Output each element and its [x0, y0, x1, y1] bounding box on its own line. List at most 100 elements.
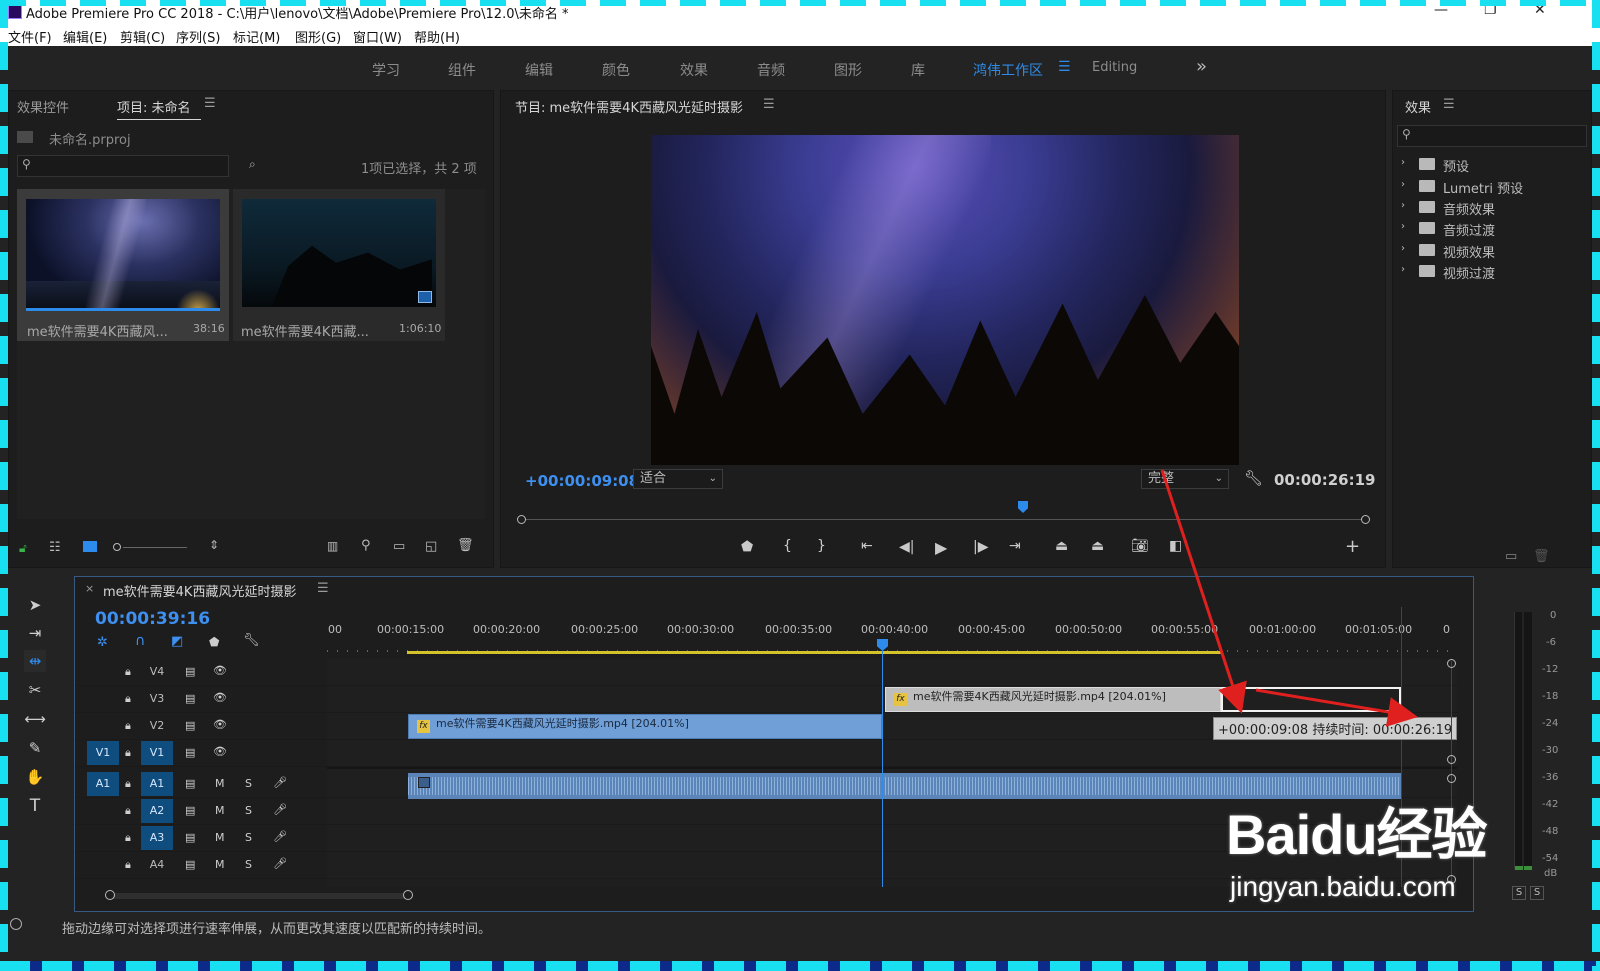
zoom-slider-handle[interactable] — [113, 543, 121, 551]
toggle-output-eye-icon[interactable]: 👁︎ — [213, 664, 227, 677]
solo-right-button[interactable]: S — [1530, 886, 1544, 900]
solo-track-button[interactable]: S — [245, 831, 252, 844]
zoom-slider[interactable] — [123, 547, 187, 548]
settings-wrench-icon[interactable]: 🔧︎ — [243, 633, 260, 648]
icon-view-icon[interactable] — [83, 541, 97, 552]
workspace-editing[interactable]: 编辑 — [525, 60, 553, 80]
track-label[interactable]: V3 — [141, 687, 173, 711]
automate-icon[interactable]: ▥ — [327, 539, 338, 553]
solo-track-button[interactable]: S — [245, 858, 252, 871]
project-item[interactable]: me软件需要4K西藏... 1:06:10 — [233, 189, 445, 341]
lock-icon[interactable]: 🔓︎ — [19, 541, 27, 556]
scrubber-start-handle[interactable] — [517, 515, 526, 524]
video-clip-v2[interactable]: fx me软件需要4K西藏风光延时摄影.mp4 [204.01%] — [408, 714, 882, 739]
track-lock-icon[interactable]: 🔒︎ — [125, 665, 131, 679]
snap-icon[interactable]: ∩ — [135, 633, 145, 649]
solo-track-button[interactable]: S — [245, 777, 252, 790]
quality-dropdown[interactable]: 完整 ⌄ — [1141, 469, 1229, 489]
ripple-edit-tool-icon[interactable]: ⇹ — [24, 650, 46, 672]
comparison-view-icon[interactable]: ◧ — [1169, 538, 1182, 554]
horizontal-zoom-scrollbar[interactable] — [109, 893, 409, 899]
toggle-sync-icon[interactable]: ▤ — [185, 858, 195, 871]
extract-icon[interactable]: ⏏ — [1091, 538, 1104, 554]
workspace-editing-en[interactable]: Editing — [1092, 60, 1137, 75]
wrench-icon[interactable]: 🔧︎ — [1244, 469, 1263, 487]
step-back-icon[interactable]: ◀| — [899, 539, 914, 555]
work-area-bar[interactable] — [407, 651, 1221, 654]
solo-track-button[interactable]: S — [245, 804, 252, 817]
tab-project[interactable]: 项目: 未命名 — [117, 97, 201, 120]
play-icon[interactable]: ▶ — [935, 538, 947, 557]
trash-icon[interactable]: 🗑︎ — [1533, 549, 1550, 564]
mute-track-button[interactable]: M — [215, 777, 225, 790]
menu-clip[interactable]: 剪辑(C) — [120, 27, 165, 46]
video-clip-v3[interactable]: fx me软件需要4K西藏风光延时摄影.mp4 [204.01%] — [885, 687, 1221, 712]
toggle-sync-icon[interactable]: ▤ — [185, 831, 195, 844]
hand-tool-icon[interactable]: ✋ — [24, 766, 46, 788]
track-lock-icon[interactable]: 🔒︎ — [125, 777, 131, 791]
menu-edit[interactable]: 编辑(E) — [63, 27, 107, 46]
go-to-out-icon[interactable]: ⇥ — [1009, 538, 1021, 554]
effects-search-input[interactable]: ⚲ — [1397, 125, 1587, 147]
new-bin-icon[interactable]: ▭ — [393, 539, 405, 554]
toggle-output-eye-icon[interactable]: 👁︎ — [213, 691, 227, 704]
track-select-tool-icon[interactable]: ⇥ — [24, 622, 46, 644]
mark-out-icon[interactable]: } — [817, 538, 826, 554]
go-to-in-icon[interactable]: ⇤ — [861, 538, 873, 554]
scroll-handle[interactable] — [1447, 755, 1456, 764]
zoom-handle-right[interactable] — [403, 890, 413, 900]
new-bin-icon[interactable]: ▭ — [1505, 549, 1517, 564]
track-lock-icon[interactable]: 🔒︎ — [125, 858, 131, 872]
track-label[interactable]: V4 — [141, 660, 173, 684]
slip-tool-icon[interactable]: ⟷ — [24, 708, 46, 730]
zoom-handle-left[interactable] — [105, 890, 115, 900]
workspace-graphics[interactable]: 图形 — [834, 60, 862, 80]
step-forward-icon[interactable]: |▶ — [973, 539, 988, 555]
selection-tool-icon[interactable]: ➤ — [24, 594, 46, 616]
linked-selection-icon[interactable]: ◩ — [171, 634, 183, 649]
menu-file[interactable]: 文件(F) — [8, 27, 52, 46]
track-label[interactable]: A4 — [141, 853, 173, 877]
add-button-icon[interactable]: + — [1345, 536, 1360, 557]
workspace-audio[interactable]: 音频 — [757, 60, 785, 80]
track-lock-icon[interactable]: 🔒︎ — [125, 692, 131, 706]
track-lock-icon[interactable]: 🔒︎ — [125, 831, 131, 845]
voice-over-mic-icon[interactable]: 🎤︎ — [273, 857, 287, 870]
workspace-learn[interactable]: 学习 — [372, 60, 400, 80]
sort-icon[interactable]: ⇕ — [209, 538, 219, 552]
voice-over-mic-icon[interactable]: 🎤︎ — [273, 803, 287, 816]
effects-menu-icon[interactable]: ☰ — [1443, 97, 1455, 112]
program-current-timecode[interactable]: +00:00:09:08 — [525, 472, 639, 490]
toggle-sync-icon[interactable]: ▤ — [185, 777, 195, 790]
source-patch-a1[interactable]: A1 — [87, 772, 119, 796]
close-sequence-icon[interactable]: × — [85, 582, 94, 595]
mute-track-button[interactable]: M — [215, 831, 225, 844]
scroll-handle[interactable] — [1447, 659, 1456, 668]
effects-item-video-effects[interactable]: › 视频效果 — [1393, 241, 1593, 261]
track-label[interactable]: A2 — [141, 799, 173, 823]
effects-item-presets[interactable]: › 预设 — [1393, 155, 1593, 175]
toggle-output-eye-icon[interactable]: 👁︎ — [213, 718, 227, 731]
find-icon[interactable]: ⚲ — [361, 538, 371, 553]
program-playhead[interactable] — [1018, 501, 1028, 513]
track-lock-icon[interactable]: 🔒︎ — [125, 746, 131, 760]
list-view-icon[interactable]: ☷ — [49, 540, 61, 555]
timeline-menu-icon[interactable]: ☰ — [317, 581, 329, 596]
menu-window[interactable]: 窗口(W) — [353, 27, 402, 46]
effects-item-audio-transitions[interactable]: › 音频过渡 — [1393, 219, 1593, 239]
toggle-sync-icon[interactable]: ▤ — [185, 719, 195, 732]
workspace-libraries[interactable]: 库 — [911, 60, 925, 80]
pen-tool-icon[interactable]: ✎ — [24, 737, 46, 759]
menu-help[interactable]: 帮助(H) — [414, 27, 460, 46]
nest-toggle-icon[interactable]: ✲ — [97, 635, 108, 650]
program-menu-icon[interactable]: ☰ — [763, 97, 775, 112]
toggle-sync-icon[interactable]: ▤ — [185, 746, 195, 759]
source-patch-v1[interactable]: V1 — [87, 741, 119, 765]
workspace-effects[interactable]: 效果 — [680, 60, 708, 80]
program-video-frame[interactable] — [651, 135, 1239, 465]
new-item-icon[interactable]: ◱ — [425, 539, 437, 554]
track-label[interactable]: A3 — [141, 826, 173, 850]
track-lock-icon[interactable]: 🔒︎ — [125, 719, 131, 733]
mute-track-button[interactable]: M — [215, 858, 225, 871]
program-scrubber[interactable] — [521, 519, 1367, 520]
